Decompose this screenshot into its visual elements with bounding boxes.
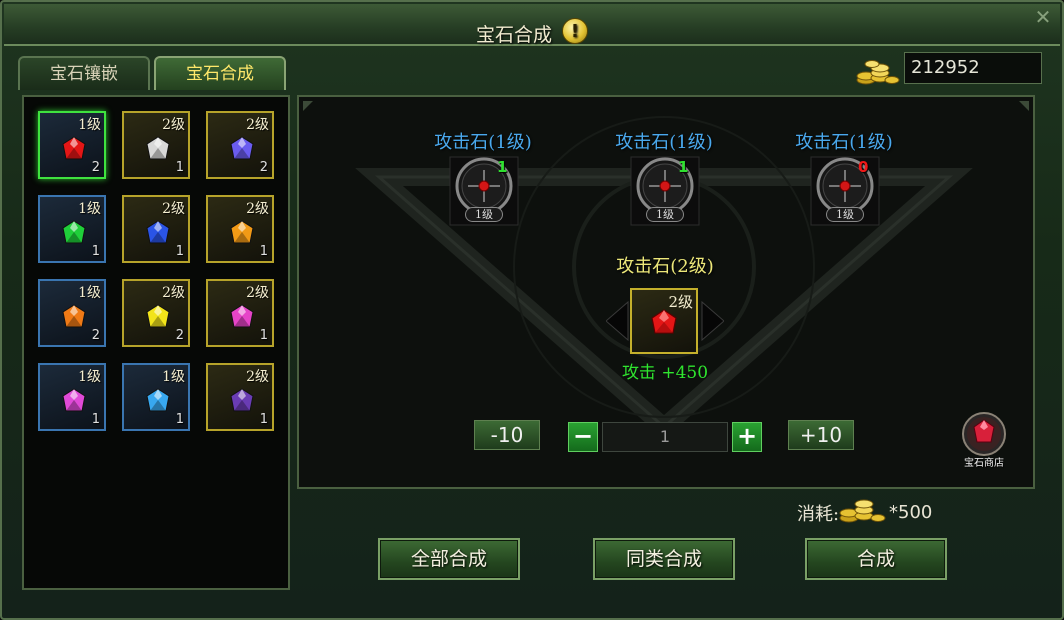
gem-slot[interactable]: 2级 1 [122,195,190,263]
gem-count: 1 [91,412,100,427]
material-level-tag: 1级 [646,207,684,222]
gem-count: 1 [175,412,184,427]
gold-coins-icon [856,60,900,85]
material-slot[interactable]: 1 1级 [447,154,521,228]
cost-label: 消耗: [797,504,840,525]
gem-icon [62,136,86,160]
material-count: 0 [858,158,869,176]
gem-shop-label: 宝石商店 [964,458,1004,469]
gem-level: 2级 [162,285,185,301]
gem-shop-icon [962,412,1006,456]
result-gem-slot[interactable]: 2级 [630,288,698,354]
gem-count: 1 [259,412,268,427]
minus-10-button[interactable]: -10 [474,420,540,450]
gem-level: 2级 [246,201,269,217]
gem-slot[interactable]: 2级 1 [206,363,274,431]
synth-same-type-button[interactable]: 同类合成 [593,538,735,580]
material-count: 1 [497,158,508,176]
gem-count: 1 [175,160,184,175]
gem-count: 1 [259,244,268,259]
material-title: 攻击石(1级) [434,132,532,153]
gem-icon [230,220,254,244]
gem-slot[interactable]: 1级 2 [38,279,106,347]
tab-gem-synthesis[interactable]: 宝石合成 [154,56,286,90]
gem-slot[interactable]: 1级 1 [122,363,190,431]
gem-count: 2 [91,160,100,175]
gem-count: 2 [259,160,268,175]
window-title: 宝石合成 [475,24,552,46]
gem-slot[interactable]: 2级 2 [206,111,274,179]
material-title: 攻击石(1级) [615,132,713,153]
corner-ornament [303,101,313,111]
gem-icon [62,388,86,412]
gem-slot[interactable]: 2级 2 [122,279,190,347]
gem-level: 1级 [78,369,101,385]
gem-shop-button[interactable]: 宝石商店 [958,412,1010,469]
gem-level: 2级 [246,369,269,385]
gem-count: 2 [91,328,100,343]
gem-icon [146,136,170,160]
gem-icon [230,136,254,160]
gem-level: 2级 [162,201,185,217]
gem-level: 2级 [246,117,269,133]
gem-icon [230,388,254,412]
gem-slot[interactable]: 1级 2 [38,111,106,179]
gem-slot[interactable]: 2级 1 [206,279,274,347]
gem-level: 2级 [162,117,185,133]
gem-count: 2 [175,328,184,343]
gem-count: 1 [91,244,100,259]
corner-ornament [1019,101,1029,111]
gem-slot[interactable]: 1级 1 [38,363,106,431]
gem-slot[interactable]: 2级 1 [122,111,190,179]
gem-inventory-panel: 1级 2 2级 1 2级 2 1级 1 2级 1 2级 1 1级 2 2级 2 2级 1 1级 1 1级 1 2级 1 [22,95,290,590]
info-icon[interactable]: ! [562,18,588,44]
gem-icon [146,220,170,244]
gem-icon [62,220,86,244]
material-slot[interactable]: 1 1级 [628,154,702,228]
material-level-tag: 1级 [465,207,503,222]
gold-amount: 212952 [904,52,1042,84]
gem-level: 1级 [162,369,185,385]
tab-gem-inlay[interactable]: 宝石镶嵌 [18,56,150,90]
gem-count: 1 [259,328,268,343]
synth-button[interactable]: 合成 [805,538,947,580]
gold-coins-icon [839,499,886,523]
gem-icon [146,304,170,328]
gem-level: 1级 [78,117,101,133]
plus-10-button[interactable]: +10 [788,420,854,450]
close-icon[interactable]: ✕ [1030,6,1056,28]
gem-icon [146,388,170,412]
gem-level: 1级 [78,285,101,301]
gem-count: 1 [175,244,184,259]
synth-all-button[interactable]: 全部合成 [378,538,520,580]
gem-slot[interactable]: 1级 1 [38,195,106,263]
gem-icon [62,304,86,328]
gem-slot[interactable]: 2级 1 [206,195,274,263]
material-slot[interactable]: 0 1级 [808,154,882,228]
ruby-gem-icon [651,309,677,334]
result-stat: 攻击 +450 [621,363,709,383]
quantity-input[interactable]: 1 [602,422,728,452]
material-count: 1 [678,158,689,176]
gem-icon [230,304,254,328]
cost-value: *500 [889,502,933,523]
gem-level: 1级 [78,201,101,217]
gem-level: 2级 [246,285,269,301]
minus-button[interactable]: − [568,422,598,452]
result-title: 攻击石(2级) [616,256,714,277]
material-title: 攻击石(1级) [795,132,893,153]
title-bar: 宝石合成 ! ✕ [4,4,1060,46]
plus-button[interactable]: + [732,422,762,452]
material-level-tag: 1级 [826,207,864,222]
